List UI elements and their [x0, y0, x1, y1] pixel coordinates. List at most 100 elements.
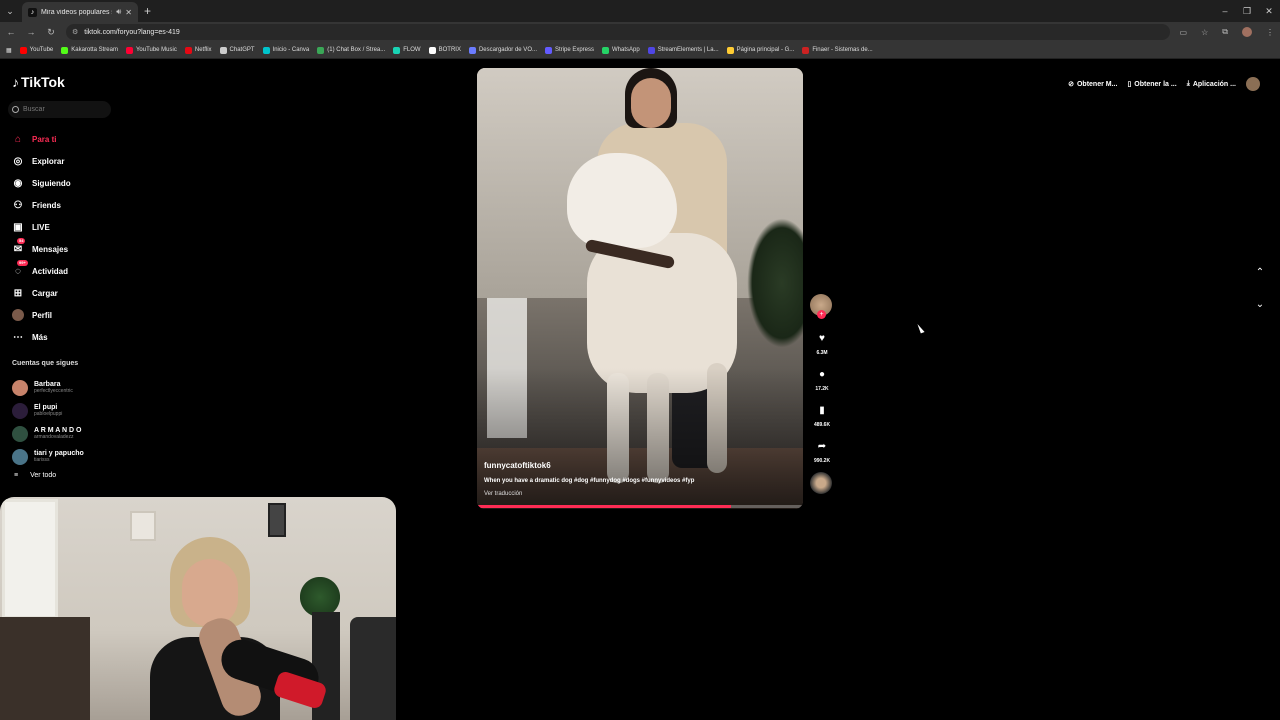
top-action-label: Obtener la ...	[1134, 80, 1177, 88]
back-icon[interactable]: ←	[6, 27, 16, 37]
comment-action[interactable]: ● 17.2K	[810, 364, 834, 393]
tab-title: Mira videos populares selec	[41, 8, 112, 16]
bookmark-item[interactable]: WhatsApp	[602, 46, 640, 54]
cast-icon[interactable]: ▭	[1180, 28, 1188, 37]
comment-icon[interactable]: ●	[812, 364, 832, 384]
address-bar[interactable]: ⚙︎ tiktok.com/foryou?lang=es-419	[66, 24, 1170, 40]
bookmark-item[interactable]: Stripe Express	[544, 46, 594, 54]
bookmark-item[interactable]: Descargador de VO...	[468, 46, 537, 54]
music-disc-icon[interactable]	[810, 472, 832, 494]
sidebar-item-friends[interactable]: ⚇ Friends	[12, 194, 132, 216]
bookmark-item[interactable]: Finaer - Sistemas de...	[802, 46, 873, 54]
streamer-face	[182, 559, 238, 627]
top-action-button[interactable]: ▯ Obtener la ...	[1127, 80, 1177, 89]
sidebar-item-siguiendo[interactable]: ◉ Siguiendo	[12, 172, 132, 194]
bookmark-item[interactable]: FLOW	[393, 46, 421, 54]
bookmark-item[interactable]: Kakarotta Stream	[61, 46, 118, 54]
bookmark-item[interactable]: StreamElements | La...	[647, 46, 719, 54]
bookmark-item[interactable]: Página principal - G...	[726, 46, 794, 54]
profile-icon[interactable]	[1242, 27, 1252, 37]
browser-tab-active[interactable]: ♪ Mira videos populares selec 🔊︎ ✕	[22, 2, 138, 22]
tab-search-icon[interactable]: ⌄	[0, 0, 20, 22]
previous-video-button[interactable]: ⌃	[1250, 262, 1270, 282]
video-username[interactable]: funnycatoftiktok6	[484, 461, 551, 470]
tab-close-icon[interactable]: ✕	[125, 8, 132, 17]
bookmark-favicon-icon	[184, 46, 192, 54]
mouse-cursor	[917, 322, 925, 334]
video-progress-bar[interactable]	[477, 505, 803, 508]
sidebar-item-label: Mensajes	[32, 244, 69, 254]
new-tab-button[interactable]: +	[144, 4, 151, 18]
bookmark-item[interactable]: (1) Chat Box / Strea...	[317, 46, 385, 54]
bookmark-label: StreamElements | La...	[657, 47, 719, 53]
following-account[interactable]: Barbara perfectlyeccentric	[12, 376, 84, 399]
bookmark-item[interactable]: Netflix	[184, 46, 212, 54]
sidebar-item-live[interactable]: ▣ LIVE	[12, 216, 132, 238]
heart-icon[interactable]: ♥	[812, 328, 832, 348]
sidebar-item-mensajes[interactable]: ✉ 54 Mensajes	[12, 238, 132, 260]
sidebar-item-para-ti[interactable]: ⌂ Para ti	[12, 128, 132, 150]
bookmark-label: FLOW	[403, 47, 421, 53]
see-all-label: Ver todo	[30, 472, 57, 479]
top-action-button[interactable]: ⊘ Obtener M...	[1068, 80, 1118, 89]
see-all-link[interactable]: ≡ Ver todo	[14, 472, 56, 479]
next-video-button[interactable]: ⌄	[1250, 294, 1270, 314]
user-avatar[interactable]	[1246, 77, 1260, 91]
bookmark-item[interactable]: YouTube	[19, 46, 53, 54]
sidebar-item-más[interactable]: ⋯ Más	[12, 326, 132, 348]
bookmark-item[interactable]: Inicio - Canva	[262, 46, 309, 54]
account-username: perfectlyeccentric	[34, 388, 73, 394]
device-icon: ▯	[1127, 81, 1132, 88]
search-input[interactable]: Buscar	[8, 101, 111, 118]
account-name: Barbara	[34, 381, 61, 388]
account-name: A R M A N D O	[34, 427, 82, 434]
sidebar-item-actividad[interactable]: ◌ 99+ Actividad	[12, 260, 132, 282]
save-action[interactable]: ▮ 489.6K	[810, 400, 834, 429]
share-action[interactable]: ➦ 990.2K	[810, 436, 834, 465]
bookmark-favicon-icon	[647, 46, 655, 54]
sidebar-item-explorar[interactable]: ◎ Explorar	[12, 150, 132, 172]
sidebar-item-perfil[interactable]: Perfil	[12, 304, 132, 326]
following-account[interactable]: tiari y papucho tiarisss	[12, 445, 84, 468]
apps-grid-icon[interactable]: ▦	[6, 47, 12, 54]
video-player[interactable]: funnycatoftiktok6 When you have a dramat…	[477, 68, 803, 509]
cam-cabinet	[0, 617, 90, 720]
bookmark-item[interactable]: ChatGPT	[219, 46, 255, 54]
bookmark-star-icon[interactable]: ☆	[1201, 28, 1208, 37]
following-account-text: tiari y papucho tiarisss	[34, 450, 84, 463]
bookmark-item[interactable]: BOTRIX	[428, 46, 461, 54]
notification-badge: 54	[17, 238, 26, 244]
bookmark-label: YouTube Music	[135, 47, 177, 53]
menu-kebab-icon[interactable]: ⋮	[1266, 28, 1274, 37]
following-account[interactable]: El pupi pabloelpuppi	[12, 399, 84, 422]
bookmark-icon[interactable]: ▮	[812, 400, 832, 420]
forward-icon[interactable]: →	[26, 27, 36, 37]
restore-icon[interactable]: ❐	[1236, 0, 1258, 22]
like-action[interactable]: ♥ 6.3M	[810, 328, 834, 357]
tab-mute-icon[interactable]: 🔊︎	[116, 7, 121, 17]
translate-link[interactable]: Ver traducción	[484, 491, 522, 497]
following-account-text: A R M A N D Oarmandovaladezz	[34, 427, 81, 440]
following-account[interactable]: A R M A N D Oarmandovaladezz	[12, 422, 84, 445]
browser-extensions: ▭ ☆ ⧉ ⋮	[1180, 27, 1274, 37]
follow-plus-icon[interactable]: +	[817, 310, 826, 319]
site-info-icon[interactable]: ⚙︎	[72, 28, 78, 36]
sidebar-item-cargar[interactable]: ⊞ Cargar	[12, 282, 132, 304]
video-actions: + ♥ 6.3M ● 17.2K ▮ 489.6K ➦ 990.2K	[810, 294, 834, 494]
following-icon: ◉	[13, 177, 23, 189]
reload-icon[interactable]: ↻	[46, 27, 56, 38]
creator-avatar[interactable]: +	[810, 294, 832, 319]
share-icon[interactable]: ➦	[812, 436, 832, 456]
sidebar-item-label: Explorar	[32, 156, 65, 166]
bookmark-label: Kakarotta Stream	[71, 47, 118, 53]
top-action-button[interactable]: ⤓ Aplicación ...	[1187, 80, 1236, 88]
tiktok-logo[interactable]: ♪ TikTok	[12, 74, 65, 90]
minimize-icon[interactable]: –	[1214, 0, 1236, 22]
tiktok-favicon-icon: ♪	[28, 7, 37, 17]
messages-icon: ✉ 54	[13, 238, 26, 255]
bookmark-item[interactable]: YouTube Music	[125, 46, 177, 54]
extensions-icon[interactable]: ⧉	[1222, 27, 1228, 37]
window-controls: – ❐ ✕	[1214, 0, 1280, 22]
top-action-label: Obtener M...	[1076, 80, 1118, 88]
close-window-icon[interactable]: ✕	[1258, 0, 1280, 22]
